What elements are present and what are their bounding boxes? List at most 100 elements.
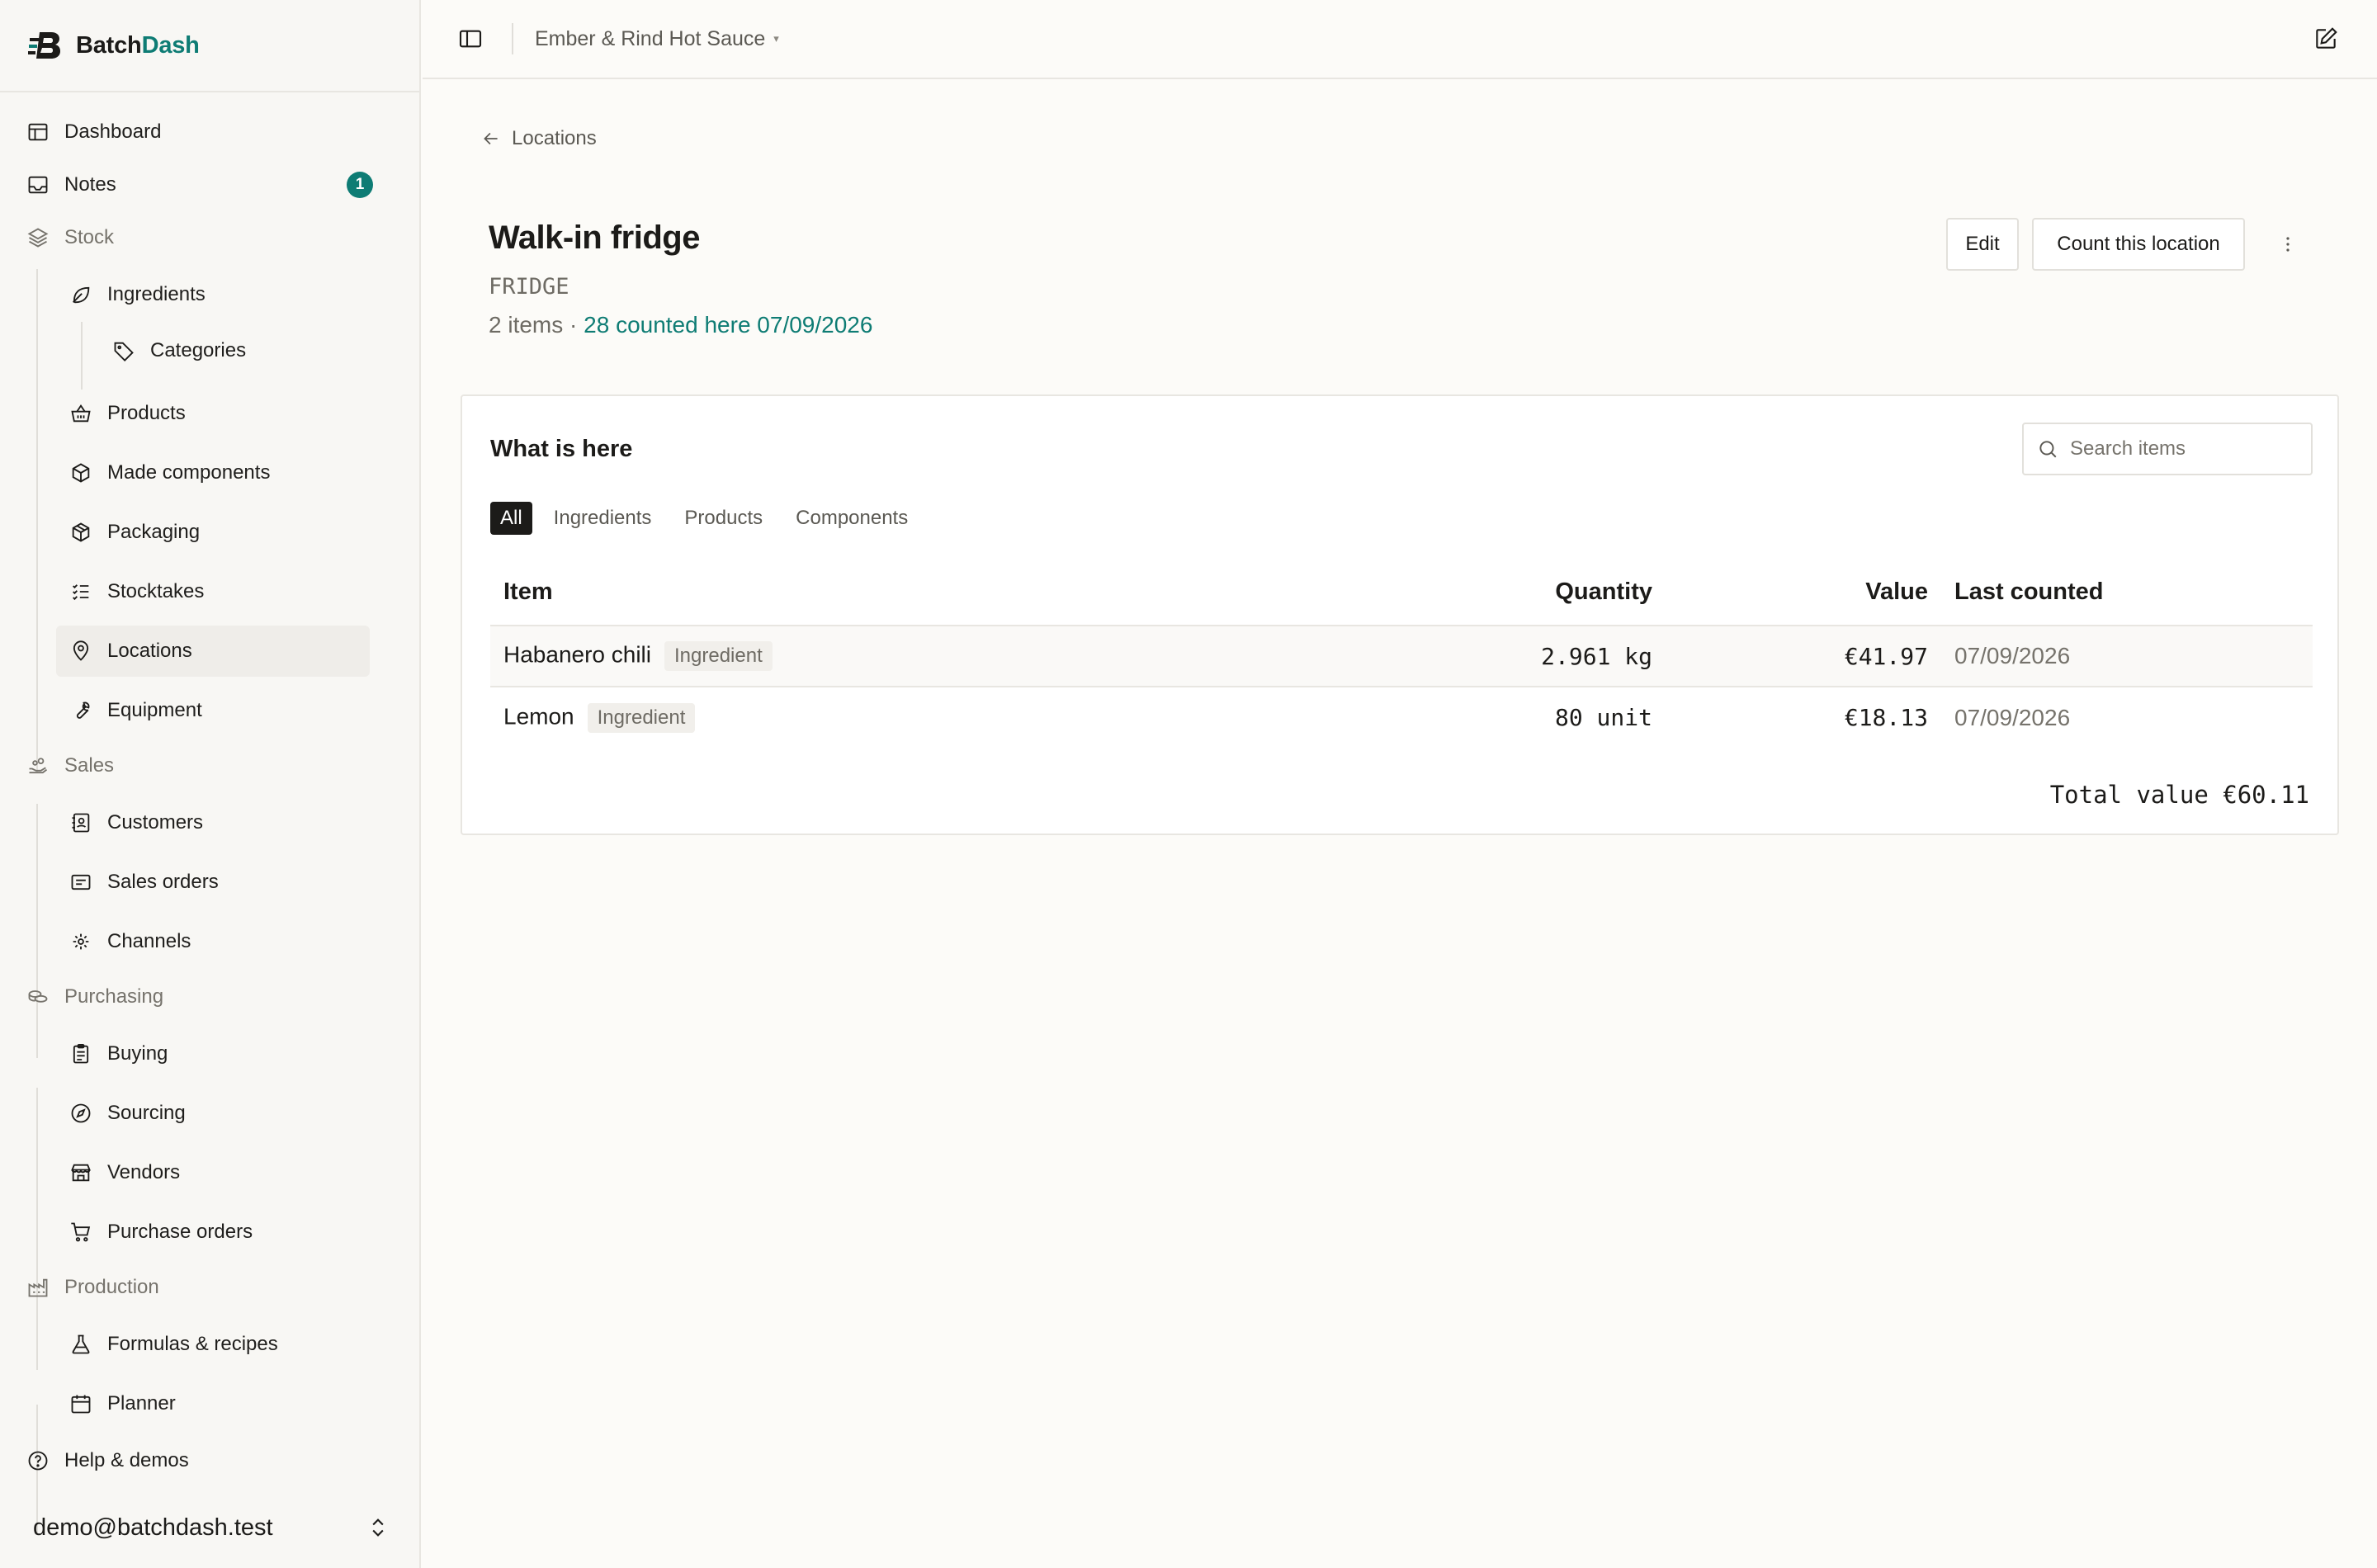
purchasing-rail [36,1088,38,1370]
cell-value: €41.97 [1652,626,1928,687]
sidebar-item-buying[interactable]: Buying [69,1028,366,1079]
search-box[interactable] [2022,423,2313,475]
location-code: FRIDGE [489,274,569,300]
sidebar-label-packaging: Packaging [107,521,201,543]
sidebar: BatchDash Dashboard Notes 1 Stock Ingred… [0,0,421,1568]
item-type-badge: Ingredient [587,702,696,733]
item-name[interactable]: Habanero chili [503,641,651,667]
table-row[interactable]: Lemon Ingredient 80 unit €18.13 07/09/202… [490,687,2313,748]
inbox-icon [28,176,48,194]
sidebar-label-formulas: Formulas & recipes [107,1333,278,1355]
sidebar-item-channels[interactable]: Channels [69,916,366,967]
item-type-badge: Ingredient [664,641,773,671]
sidebar-item-packaging[interactable]: Packaging [69,507,366,558]
sidebar-label-categories: Categories [150,339,247,361]
sidebar-item-products[interactable]: Products [69,388,366,439]
sidebar-item-formulas[interactable]: Formulas & recipes [69,1319,366,1370]
satellite-icon [73,933,89,950]
filter-tabs: All Ingredients Products Components [490,502,931,535]
col-header-quantity[interactable]: Quantity [1375,560,1652,626]
basket-icon [71,404,91,423]
sidebar-section-sales[interactable]: Sales [26,740,399,791]
counted-here-link[interactable]: 28 counted here 07/09/2026 [584,312,872,338]
tab-all[interactable]: All [490,502,532,535]
sidebar-item-categories[interactable]: Categories [112,325,376,376]
coins-icon [28,990,48,1003]
table-row[interactable]: Habanero chili Ingredient 2.961 kg €41.97… [490,626,2313,687]
back-label: Locations [512,127,597,149]
wrench-icon [76,701,90,719]
location-meta: 2 items · 28 counted here 07/09/2026 [489,312,872,338]
workspace-caret-icon[interactable]: ▾ [773,32,779,45]
tab-components[interactable]: Components [786,502,918,535]
sidebar-item-locations[interactable]: Locations [56,626,370,677]
sidebar-item-ingredients[interactable]: Ingredients [69,269,366,320]
col-header-item[interactable]: Item [490,560,1375,626]
sidebar-label-channels: Channels [107,930,191,952]
sidebar-item-sourcing[interactable]: Sourcing [69,1088,366,1139]
sidebar-section-production[interactable]: Production [26,1262,399,1313]
user-email: demo@batchdash.test [33,1514,273,1541]
cell-quantity: 2.961 kg [1375,626,1652,687]
count-location-button[interactable]: Count this location [2032,218,2245,271]
workspace-switcher[interactable]: Ember & Rind Hot Sauce [535,27,765,51]
search-input[interactable] [2070,437,2301,460]
items-count: 2 items · [489,312,584,338]
sidebar-item-stocktakes[interactable]: Stocktakes [69,566,366,617]
search-icon [2039,441,2057,458]
factory-icon [28,1278,48,1297]
sidebar-item-notes[interactable]: Notes 1 [26,159,399,210]
sidebar-label-help: Help & demos [64,1449,189,1471]
sidebar-item-sales-orders[interactable]: Sales orders [69,857,366,908]
sidebar-item-help[interactable]: Help & demos [26,1435,399,1486]
sidebar-item-purchase-orders[interactable]: Purchase orders [69,1207,366,1258]
cart-icon [71,1222,91,1242]
sidebar-label-equipment: Equipment [107,699,202,721]
sidebar-item-equipment[interactable]: Equipment [69,685,366,736]
sidebar-label-sales-orders: Sales orders [107,871,219,893]
cell-item: Lemon Ingredient [490,687,1375,748]
sidebar-item-planner[interactable]: Planner [69,1378,366,1429]
sidebar-section-purchasing[interactable]: Purchasing [26,971,399,1023]
items-table: Item Quantity Value Last counted Habaner… [490,560,2313,748]
package-icon [72,522,90,542]
compass-icon [71,1103,91,1123]
sidebar-label-vendors: Vendors [107,1161,181,1183]
cell-item: Habanero chili Ingredient [490,626,1375,687]
cell-last-counted: 07/09/2026 [1954,704,2071,730]
tab-ingredients[interactable]: Ingredients [544,502,662,535]
col-header-last-counted[interactable]: Last counted [1928,560,2313,626]
more-options-icon[interactable] [2271,228,2304,261]
edit-note-icon[interactable] [2313,26,2339,52]
sidebar-item-made-components[interactable]: Made components [69,447,366,498]
sidebar-label-stocktakes: Stocktakes [107,580,205,602]
tab-products[interactable]: Products [674,502,773,535]
total-value: Total value €60.11 [2049,781,2309,809]
sidebar-label-sales: Sales [64,754,115,777]
sidebar-toggle-icon[interactable] [457,26,484,52]
brand[interactable]: BatchDash [0,0,419,92]
flask-icon [72,1334,90,1354]
sidebar-label-dashboard: Dashboard [64,120,162,143]
cell-quantity: 80 unit [1554,704,1652,731]
sidebar-label-ingredients: Ingredients [107,283,206,305]
sidebar-label-sourcing: Sourcing [107,1102,186,1124]
hand-coins-icon [29,758,48,774]
card-title: What is here [490,436,633,462]
cell-value: €18.13 [1844,704,1928,731]
sidebar-label-customers: Customers [107,811,204,834]
back-to-locations-link[interactable]: Locations [480,127,597,150]
map-pin-icon [73,640,89,661]
edit-button[interactable]: Edit [1946,218,2019,271]
user-menu[interactable]: demo@batchdash.test [0,1499,419,1556]
ingredients-rail [81,322,83,390]
sidebar-item-dashboard[interactable]: Dashboard [26,106,399,158]
item-name[interactable]: Lemon [503,703,574,729]
col-header-value[interactable]: Value [1652,560,1928,626]
sidebar-item-customers[interactable]: Customers [69,797,366,848]
sidebar-section-stock[interactable]: Stock [26,212,399,263]
sidebar-item-vendors[interactable]: Vendors [69,1147,366,1198]
top-bar: Ember & Rind Hot Sauce ▾ [423,0,2377,79]
cell-last-counted: 07/09/2026 [1928,626,2313,687]
chevrons-up-down-icon [372,1518,384,1537]
